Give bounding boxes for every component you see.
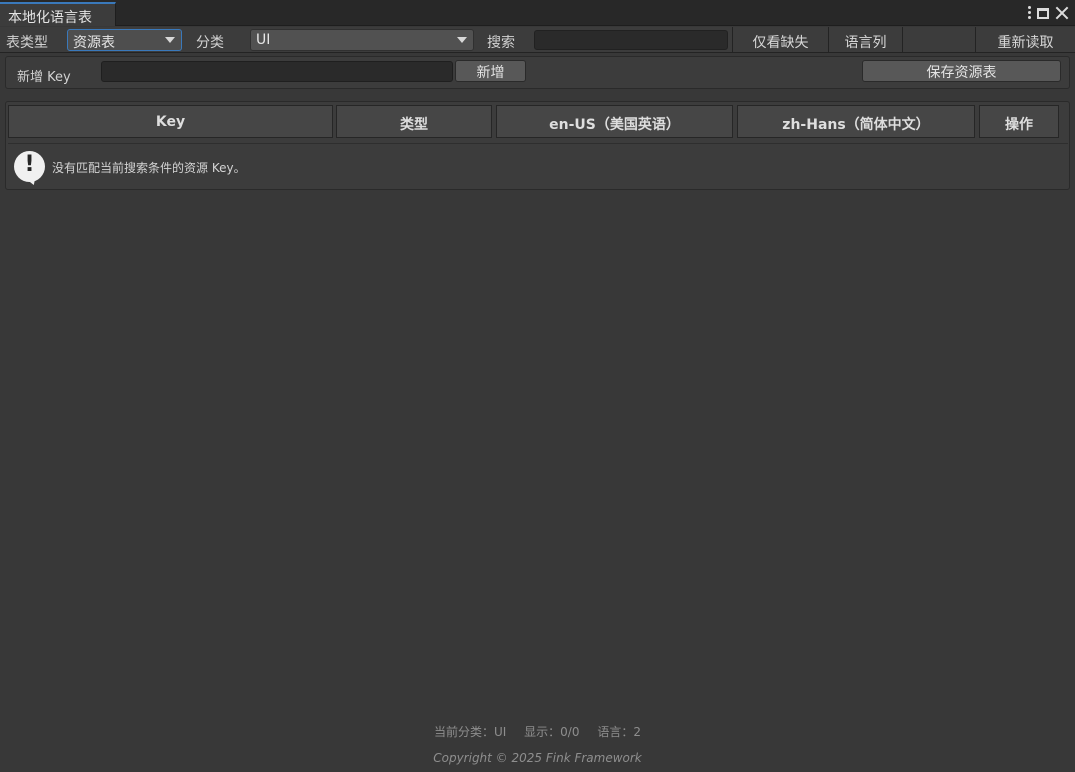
language-count-status: 语言：2	[597, 725, 641, 739]
window-tab[interactable]: 本地化语言表	[0, 2, 116, 26]
display-count-status: 显示：0/0	[524, 725, 580, 739]
close-icon[interactable]	[1055, 6, 1069, 20]
search-input[interactable]	[534, 30, 728, 50]
empty-state-text: 没有匹配当前搜索条件的资源 Key。	[52, 161, 246, 175]
key-table: Key 类型 en-US（美国英语） zh-Hans（简体中文） 操作 ! 没有…	[5, 101, 1070, 190]
more-vert-icon[interactable]	[1027, 6, 1031, 20]
missing-only-toggle[interactable]: 仅看缺失	[732, 27, 828, 53]
table-type-dropdown[interactable]: 资源表	[67, 29, 182, 51]
current-category-status: 当前分类：UI	[434, 725, 507, 739]
language-columns-button[interactable]: 语言列	[828, 27, 902, 53]
category-value: UI	[256, 32, 271, 48]
alert-icon: !	[14, 151, 45, 182]
column-header-key[interactable]: Key	[8, 105, 333, 138]
window-controls	[1027, 4, 1069, 22]
table-type-value: 资源表	[73, 35, 115, 51]
category-label: 分类	[196, 35, 224, 51]
table-type-label: 表类型	[6, 35, 48, 51]
empty-state-message: ! 没有匹配当前搜索条件的资源 Key。	[8, 143, 1068, 188]
maximize-icon[interactable]	[1037, 7, 1049, 19]
new-key-input[interactable]	[101, 61, 453, 82]
add-key-panel: 新增 Key 新增 保存资源表	[5, 56, 1070, 89]
dropdown-arrow-icon	[457, 37, 467, 43]
new-key-label: 新增 Key	[17, 70, 71, 85]
save-table-button[interactable]: 保存资源表	[862, 60, 1061, 82]
add-button[interactable]: 新增	[455, 60, 526, 82]
search-label: 搜索	[487, 35, 515, 51]
column-header-zh-hans[interactable]: zh-Hans（简体中文）	[737, 105, 975, 138]
toolbar: 表类型 资源表 分类 UI 搜索 仅看缺失 语言列 重新读取	[0, 27, 1075, 53]
status-bar: 当前分类：UI 显示：0/0 语言：2	[0, 723, 1075, 740]
tab-bar: 本地化语言表	[0, 0, 1075, 26]
column-header-en-us[interactable]: en-US（美国英语）	[496, 105, 733, 138]
column-header-type[interactable]: 类型	[336, 105, 492, 138]
category-dropdown[interactable]: UI	[250, 29, 474, 51]
column-header-actions: 操作	[979, 105, 1059, 138]
dropdown-arrow-icon	[165, 37, 175, 43]
copyright-text: Copyright © 2025 Fink Framework	[433, 751, 642, 765]
reload-button[interactable]: 重新读取	[975, 27, 1075, 53]
toolbar-spacer	[902, 27, 975, 53]
